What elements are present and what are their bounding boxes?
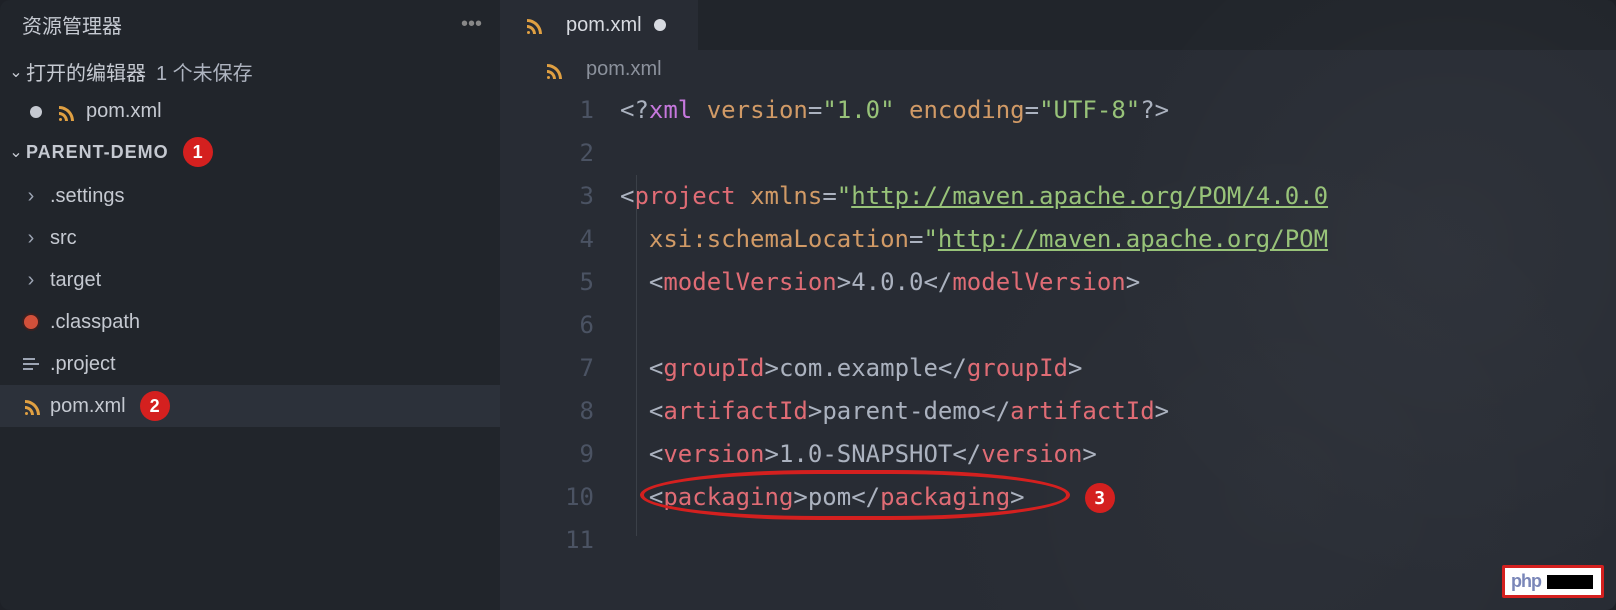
code-line-1[interactable]: <?xml version="1.0" encoding="UTF-8"?>: [620, 89, 1616, 132]
file-item[interactable]: .classpath: [0, 301, 500, 343]
code-line-8[interactable]: <artifactId>parent-demo</artifactId>: [620, 390, 1616, 433]
tree-item-label: .classpath: [50, 311, 140, 334]
file-item[interactable]: pom.xml 2: [0, 385, 500, 427]
tree-item-label: pom.xml: [50, 395, 126, 418]
explorer-sidebar: 资源管理器 ••• ⌄ 打开的编辑器 1 个未保存 pom.xml ⌄ PARE…: [0, 0, 500, 610]
chevron-down-icon: ⌄: [6, 142, 26, 162]
tree-item-label: .project: [50, 353, 116, 376]
open-editors-label: 打开的编辑器: [26, 57, 146, 86]
code-line-4[interactable]: xsi:schemaLocation="http://maven.apache.…: [620, 218, 1616, 261]
folder-item[interactable]: › target: [0, 259, 500, 301]
annotation-badge-2: 2: [140, 391, 170, 421]
tab-pom-xml[interactable]: pom.xml: [500, 0, 698, 50]
open-editor-item[interactable]: pom.xml: [0, 94, 500, 129]
tree-item-label: .settings: [50, 185, 124, 208]
file-tree: › .settings › src › target .classpath .project p…: [0, 175, 500, 427]
rss-icon: [20, 397, 42, 415]
code-line-6[interactable]: [620, 304, 1616, 347]
chevron-right-icon: ›: [20, 269, 42, 292]
tree-item-label: target: [50, 269, 101, 292]
code-line-10[interactable]: <packaging>pom</packaging>3: [620, 476, 1616, 519]
rss-icon: [544, 61, 562, 79]
editor-area: pom.xml pom.xml 1234567891011 <?xml vers…: [500, 0, 1616, 610]
code-line-9[interactable]: <version>1.0-SNAPSHOT</version>: [620, 433, 1616, 476]
code-line-5[interactable]: <modelVersion>4.0.0</modelVersion>: [620, 261, 1616, 304]
watermark-text: php: [1511, 571, 1541, 592]
rss-icon: [56, 103, 74, 121]
dirty-dot-icon: [30, 106, 42, 118]
dirty-dot-icon: [654, 19, 666, 31]
code-lines[interactable]: <?xml version="1.0" encoding="UTF-8"?> <p…: [620, 89, 1616, 562]
tab-bar: pom.xml: [500, 0, 1616, 50]
project-name: PARENT-DEMO: [26, 142, 169, 163]
chevron-right-icon: ›: [20, 227, 42, 250]
breadcrumb-label: pom.xml: [586, 58, 662, 81]
folder-item[interactable]: › src: [0, 217, 500, 259]
open-editors-section[interactable]: ⌄ 打开的编辑器 1 个未保存: [0, 49, 500, 94]
project-file-icon: [20, 358, 42, 370]
rss-icon: [524, 16, 542, 34]
more-icon[interactable]: •••: [461, 13, 482, 36]
file-item[interactable]: .project: [0, 343, 500, 385]
code-line-2[interactable]: [620, 132, 1616, 175]
breadcrumb[interactable]: pom.xml: [500, 50, 1616, 89]
chevron-right-icon: ›: [20, 185, 42, 208]
annotation-badge-1: 1: [183, 137, 213, 167]
chevron-down-icon: ⌄: [6, 62, 26, 82]
code-line-11[interactable]: [620, 519, 1616, 562]
unsaved-count: 1 个未保存: [156, 57, 253, 86]
code-line-7[interactable]: <groupId>com.example</groupId>: [620, 347, 1616, 390]
explorer-header: 资源管理器 •••: [0, 0, 500, 49]
watermark-bar: [1547, 575, 1593, 589]
code-line-3[interactable]: <project xmlns="http://maven.apache.org/…: [620, 175, 1616, 218]
annotation-badge-3: 3: [1085, 483, 1115, 513]
classpath-icon: [20, 313, 42, 331]
project-header[interactable]: ⌄ PARENT-DEMO 1: [0, 129, 500, 175]
folder-item[interactable]: › .settings: [0, 175, 500, 217]
open-editor-filename: pom.xml: [86, 100, 162, 123]
tab-label: pom.xml: [566, 14, 642, 37]
watermark-badge: php: [1502, 565, 1604, 598]
line-gutter: 1234567891011: [500, 89, 620, 562]
explorer-title: 资源管理器: [22, 10, 122, 39]
code-editor[interactable]: 1234567891011 <?xml version="1.0" encodi…: [500, 89, 1616, 562]
tree-item-label: src: [50, 227, 77, 250]
